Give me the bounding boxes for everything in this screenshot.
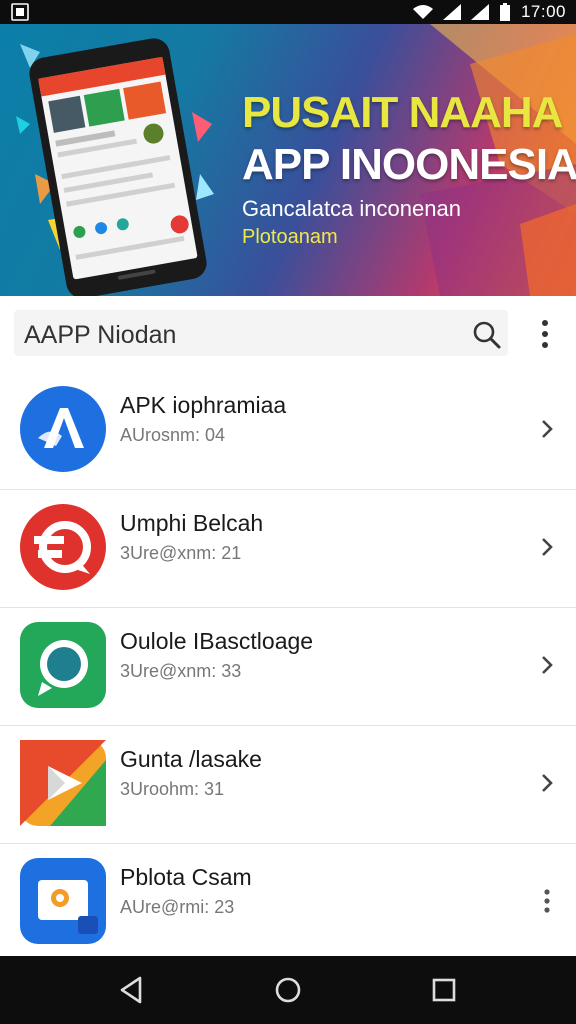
list-item[interactable]: APK iophramiaa AUrosnm: 04 xyxy=(0,372,576,490)
app-name: Oulole IBasctloage xyxy=(120,628,314,654)
red-chat-icon xyxy=(20,504,106,590)
app-name: Pblota Csam xyxy=(120,864,252,890)
list-item[interactable]: Pblota Csam AUre@rmi: 23 xyxy=(0,844,576,962)
back-icon[interactable] xyxy=(112,970,152,1010)
banner-title-line2: APP INOONESIA xyxy=(242,140,576,189)
more-vert-icon[interactable] xyxy=(532,886,562,916)
list-item[interactable]: Gunta /lasake 3Uroohm: 31 xyxy=(0,726,576,844)
wifi-icon xyxy=(412,5,433,19)
app-meta: 3Ure@xnm: 21 xyxy=(120,543,242,563)
banner-title-line1: PUSAIT NAAHA xyxy=(242,88,563,137)
chevron-right-icon[interactable] xyxy=(532,414,562,444)
app-name: Umphi Belcah xyxy=(120,510,264,536)
more-vert-icon[interactable] xyxy=(530,318,560,350)
list-item[interactable]: Oulole IBasctloage 3Ure@xnm: 33 xyxy=(0,608,576,726)
status-bar: 17:00 xyxy=(0,0,576,24)
banner-subtitle-line1: Gancalatca inconenan xyxy=(242,196,461,221)
app-name: Gunta /lasake xyxy=(120,746,262,772)
blue-a-icon xyxy=(20,386,106,472)
battery-icon xyxy=(499,3,510,21)
search-icon[interactable] xyxy=(469,317,505,353)
status-time: 17:00 xyxy=(520,2,566,21)
signal-icon xyxy=(470,4,489,20)
app-name: APK iophramiaa xyxy=(120,392,287,418)
blue-photo-icon xyxy=(20,858,106,944)
app-list: APK iophramiaa AUrosnm: 04 Umphi Belcah … xyxy=(0,372,576,962)
multicolor-play-icon xyxy=(20,740,106,826)
app-bar-title: AAPP Niodan xyxy=(24,321,177,349)
chevron-right-icon[interactable] xyxy=(532,532,562,562)
navigation-bar xyxy=(0,956,576,1024)
banner-subtitle-line2: Plotoanam xyxy=(242,226,338,248)
search-field[interactable]: AAPP Niodan xyxy=(14,310,508,356)
app-meta: AUrosnm: 04 xyxy=(120,425,226,445)
green-camera-icon xyxy=(20,622,106,708)
screenshot-icon xyxy=(11,3,29,21)
app-meta: 3Ure@xnm: 33 xyxy=(120,661,242,681)
recents-icon[interactable] xyxy=(424,970,464,1010)
promo-banner[interactable]: PUSAIT NAAHA APP INOONESIA Gancalatca in… xyxy=(0,24,576,296)
chevron-right-icon[interactable] xyxy=(532,768,562,798)
app-meta: AUre@rmi: 23 xyxy=(120,897,235,917)
home-icon[interactable] xyxy=(268,970,308,1010)
signal-icon xyxy=(442,4,461,20)
status-icons: 17:00 xyxy=(412,0,566,24)
chevron-right-icon[interactable] xyxy=(532,650,562,680)
app-bar: AAPP Niodan xyxy=(0,296,576,372)
app-meta: 3Uroohm: 31 xyxy=(120,779,225,799)
list-item[interactable]: Umphi Belcah 3Ure@xnm: 21 xyxy=(0,490,576,608)
